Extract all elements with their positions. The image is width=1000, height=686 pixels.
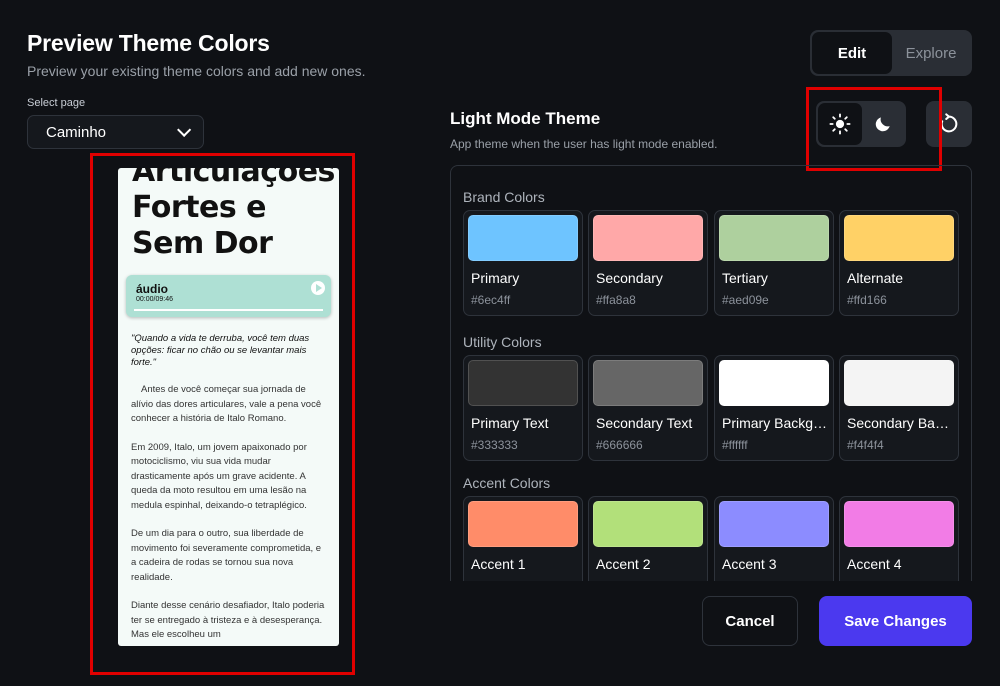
swatch-hex: #ffa8a8 — [596, 293, 636, 307]
swatch-card[interactable]: Accent 3 — [714, 496, 834, 581]
tab-edit[interactable]: Edit — [812, 32, 892, 74]
swatch-card[interactable]: Accent 1 — [463, 496, 583, 581]
color-swatch[interactable] — [468, 215, 578, 261]
swatch-card[interactable]: Accent 4 — [839, 496, 959, 581]
swatch-card[interactable]: Alternate #ffd166 — [839, 210, 959, 316]
audio-time: 00:00/09:46 — [136, 296, 173, 303]
tab-explore[interactable]: Explore — [892, 32, 970, 74]
swatch-name: Alternate — [847, 270, 904, 286]
preview-paragraph: Em 2009, Italo, um jovem apaixonado por … — [131, 441, 307, 511]
group-title-brand: Brand Colors — [463, 189, 545, 205]
dark-mode-button[interactable] — [862, 103, 904, 145]
moon-icon — [875, 117, 890, 132]
swatch-card[interactable]: Primary Text #333333 — [463, 355, 583, 461]
swatch-card[interactable]: Primary #6ec4ff — [463, 210, 583, 316]
swatch-name: Primary Background — [722, 415, 830, 431]
theme-subtitle: App theme when the user has light mode e… — [450, 137, 718, 151]
swatch-hex: #333333 — [471, 438, 518, 452]
reset-theme-button[interactable] — [926, 101, 972, 147]
swatch-name: Tertiary — [722, 270, 768, 286]
swatch-name: Accent 3 — [722, 556, 777, 572]
swatch-card[interactable]: Primary Background #ffffff — [714, 355, 834, 461]
audio-progress-bar[interactable] — [134, 309, 323, 311]
preview-quote: "Quando a vida te derruba, você tem duas… — [131, 333, 310, 368]
preview-heading: Articulações Fortes e Sem Dor — [132, 168, 335, 261]
save-changes-button[interactable]: Save Changes — [819, 596, 972, 646]
page-subtitle: Preview your existing theme colors and a… — [27, 63, 366, 79]
audio-player[interactable]: áudio 00:00/09:46 — [126, 275, 331, 317]
preview-paragraph: De um dia para o outro, sua liberdade de… — [131, 528, 322, 583]
swatch-hex: #ffffff — [722, 438, 748, 452]
color-swatch[interactable] — [468, 501, 578, 547]
light-mode-button[interactable] — [818, 103, 862, 145]
select-page-label: Select page — [27, 97, 86, 109]
page-preview[interactable]: Articulações Fortes e Sem Dor áudio 00:0… — [118, 168, 339, 646]
cancel-button[interactable]: Cancel — [702, 596, 798, 646]
chevron-down-icon — [177, 122, 192, 137]
swatch-hex: #666666 — [596, 438, 643, 452]
color-swatch[interactable] — [468, 360, 578, 406]
swatch-hex: #6ec4ff — [471, 293, 511, 307]
refresh-icon — [940, 113, 958, 133]
preview-paragraph: Diante desse cenário desafiador, Italo p… — [131, 600, 325, 640]
swatch-name: Secondary Background — [847, 415, 955, 431]
swatch-hex: #f4f4f4 — [847, 438, 884, 452]
play-icon[interactable] — [311, 281, 325, 295]
preview-paragraph: Antes de você começar sua jornada de alí… — [131, 384, 322, 424]
theme-title: Light Mode Theme — [450, 109, 601, 128]
color-swatch[interactable] — [844, 501, 954, 547]
swatch-hex: #aed09e — [722, 293, 769, 307]
color-swatch[interactable] — [593, 501, 703, 547]
color-swatch[interactable] — [844, 215, 954, 261]
swatch-card[interactable]: Tertiary #aed09e — [714, 210, 834, 316]
swatch-card[interactable]: Secondary #ffa8a8 — [588, 210, 708, 316]
page-select-dropdown[interactable]: Caminho — [27, 115, 204, 149]
page-select-value: Caminho — [46, 123, 107, 141]
page-title: Preview Theme Colors — [27, 30, 270, 56]
swatch-name: Secondary — [596, 270, 663, 286]
swatch-name: Accent 4 — [847, 556, 902, 572]
swatch-name: Primary Text — [471, 415, 549, 431]
swatch-card[interactable]: Secondary Background #f4f4f4 — [839, 355, 959, 461]
swatch-name: Accent 2 — [596, 556, 651, 572]
swatch-hex: #ffd166 — [847, 293, 887, 307]
color-swatch[interactable] — [593, 360, 703, 406]
sun-icon — [829, 113, 851, 135]
swatch-name: Secondary Text — [596, 415, 693, 431]
swatch-card[interactable]: Accent 2 — [588, 496, 708, 581]
color-palette-panel: Brand Colors Primary #6ec4ff Secondary #… — [450, 165, 972, 581]
color-swatch[interactable] — [844, 360, 954, 406]
color-swatch[interactable] — [593, 215, 703, 261]
audio-title: áudio — [136, 282, 168, 296]
color-swatch[interactable] — [719, 215, 829, 261]
swatch-name: Primary — [471, 270, 520, 286]
color-swatch[interactable] — [719, 501, 829, 547]
group-title-utility: Utility Colors — [463, 334, 542, 350]
color-swatch[interactable] — [719, 360, 829, 406]
edit-explore-toggle: Edit Explore — [810, 30, 972, 76]
light-dark-toggle — [816, 101, 906, 147]
swatch-name: Accent 1 — [471, 556, 526, 572]
group-title-accent: Accent Colors — [463, 475, 551, 491]
swatch-card[interactable]: Secondary Text #666666 — [588, 355, 708, 461]
